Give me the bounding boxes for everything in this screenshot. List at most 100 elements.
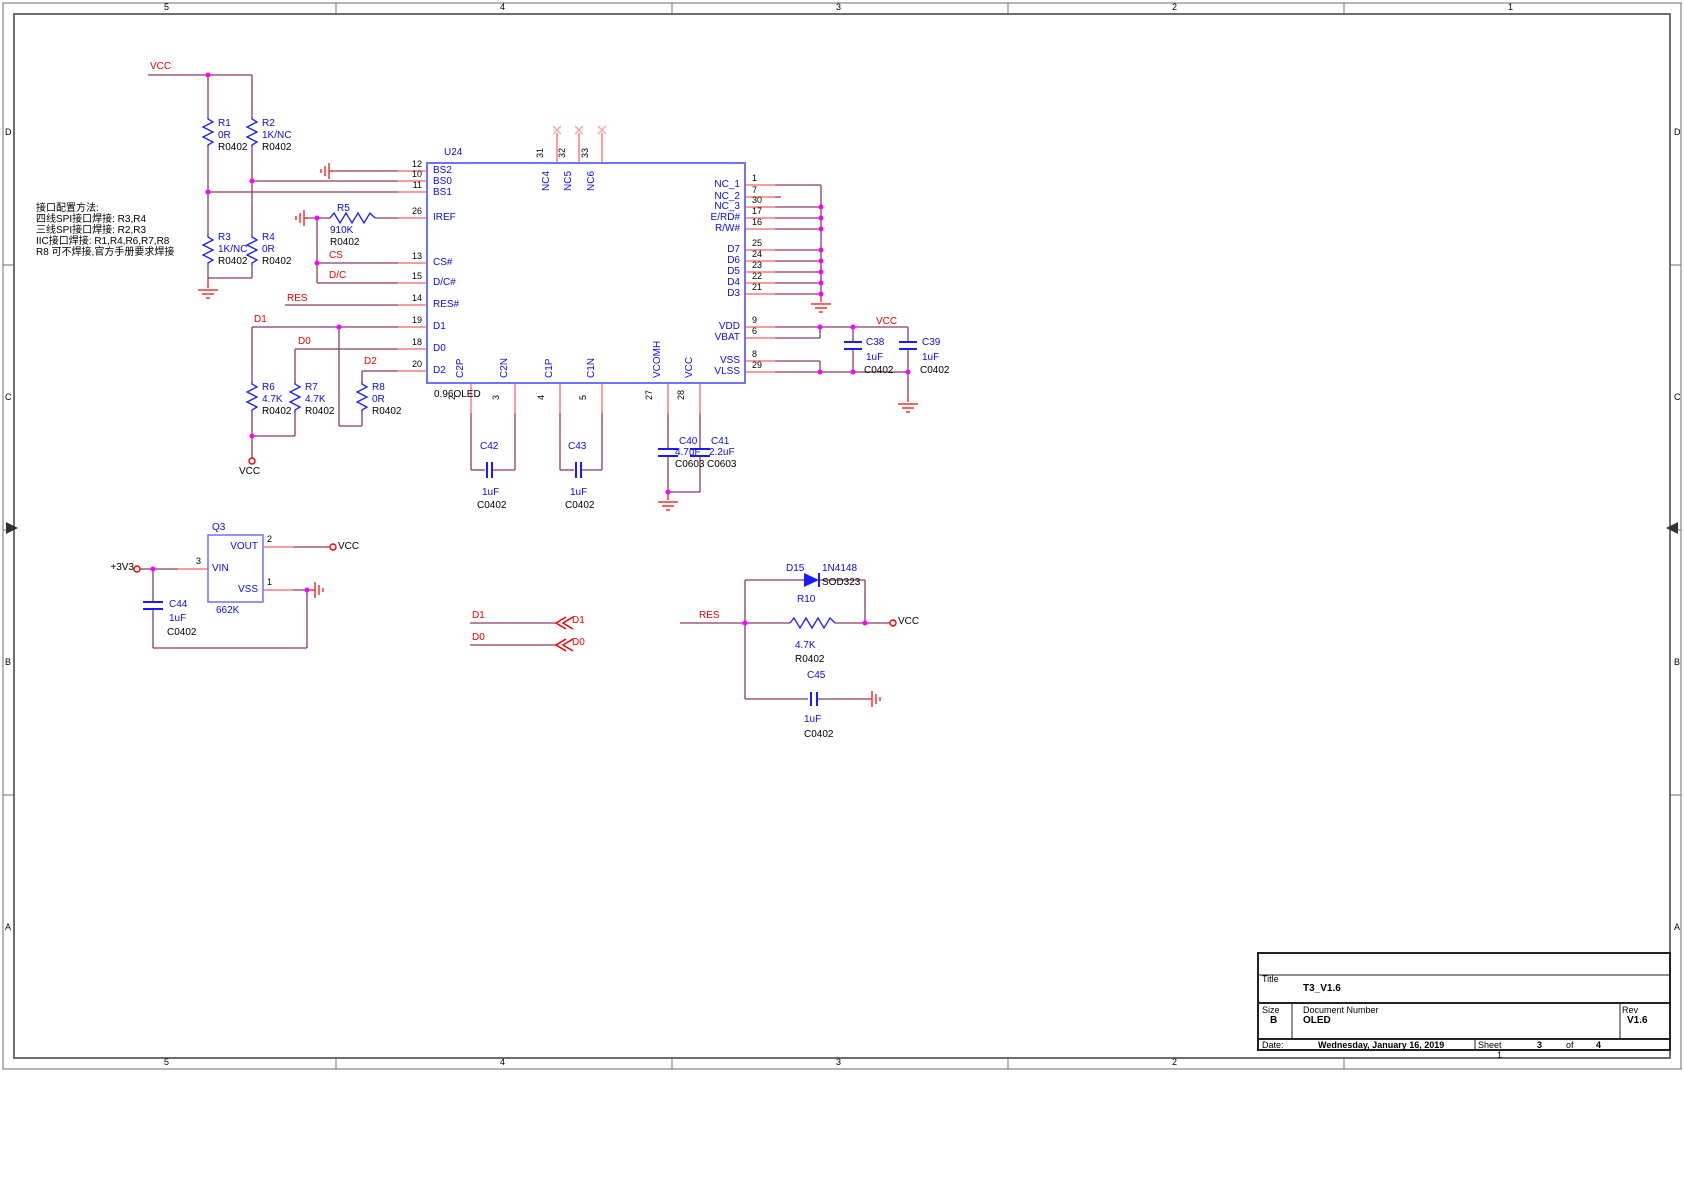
- net-label-d0: D0: [298, 337, 311, 347]
- titleblock-zone: 1: [1497, 1051, 1502, 1060]
- pin-name: C1N: [587, 358, 597, 378]
- pin-name: D2: [433, 366, 446, 376]
- r10-value: 4.7K: [795, 641, 816, 651]
- port-d0[interactable]: D0: [572, 638, 585, 648]
- pin-number: 6: [752, 327, 757, 336]
- titleblock-rev-label: Rev: [1622, 1006, 1638, 1015]
- pin-number: 33: [581, 148, 591, 158]
- title-block-frame: [1258, 953, 1670, 1050]
- pin-name: VDD: [690, 322, 740, 332]
- diode-d15-symbol[interactable]: [804, 573, 819, 587]
- pin-number: 17: [752, 207, 762, 216]
- pin-name: D/C#: [433, 278, 456, 288]
- note-line: R8 可不焊接,官方手册要求焊接: [36, 247, 174, 258]
- c40-footprint: C0603: [675, 460, 704, 470]
- r2-ref: R2: [262, 119, 275, 129]
- wires: [140, 75, 908, 699]
- pin-number: 21: [752, 283, 762, 292]
- net-label-d0: D0: [472, 633, 485, 643]
- pin-name: C1P: [545, 359, 555, 378]
- note-line: 接口配置方法:: [36, 203, 99, 214]
- pin-name: RES#: [433, 300, 459, 310]
- power-label-3v3: +3V3: [104, 563, 134, 573]
- c42-ref: C42: [480, 442, 498, 452]
- titleblock-date-label: Date:: [1262, 1041, 1284, 1050]
- r4-footprint: R0402: [262, 257, 291, 267]
- pin-number: 18: [406, 338, 422, 347]
- drawing-border: [3, 3, 1681, 1069]
- pin-number: 23: [752, 261, 762, 270]
- pin-name: D7: [690, 245, 740, 255]
- q3-ref: Q3: [212, 523, 225, 533]
- pin-number: 19: [406, 316, 422, 325]
- titleblock-sheet-total: 4: [1596, 1041, 1601, 1050]
- r4-ref: R4: [262, 233, 275, 243]
- pin-number: 22: [752, 272, 762, 281]
- pin-name: D0: [433, 344, 446, 354]
- c44-ref: C44: [169, 600, 187, 610]
- pin-name: D1: [433, 322, 446, 332]
- pin-name: IREF: [433, 213, 456, 223]
- pin-name: NC6: [587, 171, 597, 191]
- pin-name: C2P: [456, 359, 466, 378]
- pin-number: 26: [406, 207, 422, 216]
- pin-name: VSS: [690, 356, 740, 366]
- center-arrow-left: [6, 522, 18, 534]
- capacitor-symbols[interactable]: [143, 342, 917, 706]
- c39-ref: C39: [922, 338, 940, 348]
- net-label-d1: D1: [472, 611, 485, 621]
- titleblock-doc-label: Document Number: [1303, 1006, 1379, 1015]
- r6-footprint: R0402: [262, 407, 291, 417]
- titleblock-date: Wednesday, January 16, 2019: [1318, 1041, 1444, 1050]
- pin-number: 27: [645, 390, 655, 400]
- row-label: C: [5, 393, 12, 402]
- r5-footprint: R0402: [330, 238, 359, 248]
- row-label: B: [5, 658, 11, 667]
- pin-name: VLSS: [690, 367, 740, 377]
- r7-footprint: R0402: [305, 407, 334, 417]
- resistor-symbols[interactable]: [203, 117, 835, 628]
- titleblock-title-label: Title: [1262, 975, 1279, 984]
- r1-footprint: R0402: [218, 143, 247, 153]
- d15-ref: D15: [786, 564, 804, 574]
- r5-ref: R5: [337, 204, 350, 214]
- pin-name: BS0: [433, 177, 452, 187]
- row-label: B: [1674, 658, 1680, 667]
- pin-number: 7: [752, 186, 757, 195]
- row-label: D: [5, 128, 12, 137]
- net-label-res: RES: [287, 294, 308, 304]
- c45-footprint: C0402: [804, 730, 833, 740]
- pin-name: NC_3: [690, 202, 740, 212]
- pin-number: 25: [752, 239, 762, 248]
- pin-number: 24: [752, 250, 762, 259]
- r1-value: 0R: [218, 131, 231, 141]
- c44-value: 1uF: [169, 614, 186, 624]
- port-d1[interactable]: D1: [572, 616, 585, 626]
- pin-number: 32: [558, 148, 568, 158]
- titleblock-title: T3_V1.6: [1303, 984, 1341, 994]
- pin-number: 30: [752, 196, 762, 205]
- center-arrow-right: [1666, 522, 1678, 534]
- zone-label: 5: [164, 3, 169, 12]
- pin-name: D4: [690, 278, 740, 288]
- schematic-canvas: [0, 0, 1684, 1190]
- pin-number: 28: [677, 390, 687, 400]
- no-connect-icon: [553, 126, 606, 134]
- c38-footprint: C0402: [864, 366, 893, 376]
- r3-footprint: R0402: [218, 257, 247, 267]
- pin-number: 3: [492, 395, 502, 400]
- r7-ref: R7: [305, 383, 318, 393]
- r8-ref: R8: [372, 383, 385, 393]
- net-label-d2: D2: [364, 357, 377, 367]
- pin-name: NC5: [564, 171, 574, 191]
- zone-label: 3: [836, 1058, 841, 1067]
- pin-number: 12: [406, 160, 422, 169]
- zone-label: 5: [164, 1058, 169, 1067]
- offpage-port-icon[interactable]: [556, 617, 573, 651]
- pin-name: VBAT: [690, 333, 740, 343]
- r6-value: 4.7K: [262, 395, 283, 405]
- power-label-vcc: VCC: [239, 467, 260, 477]
- pin-name: R/W#: [690, 224, 740, 234]
- power-label-vcc: VCC: [898, 617, 919, 627]
- junction-dots: [151, 73, 911, 626]
